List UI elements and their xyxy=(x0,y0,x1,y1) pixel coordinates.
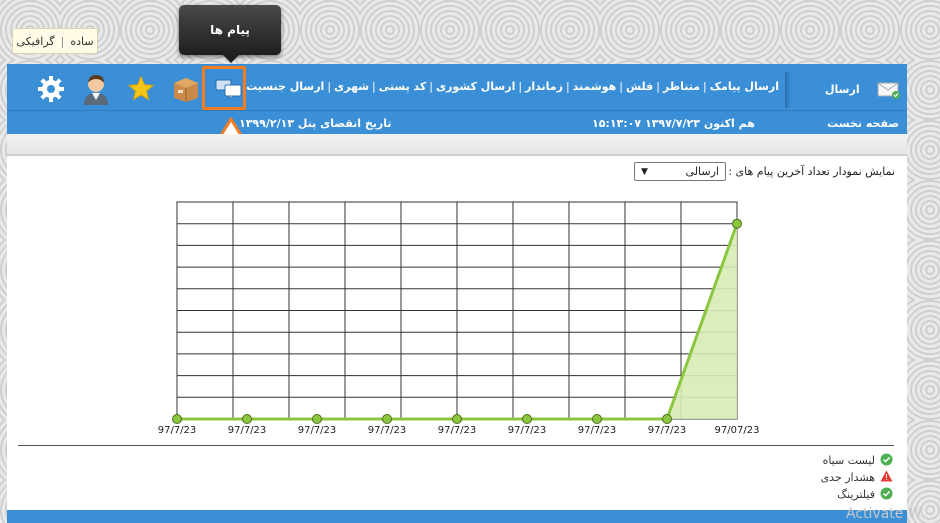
legend-label: هشدار جدی xyxy=(820,471,875,484)
chart-x-tick-label: 97/7/23 xyxy=(158,425,197,436)
graphical-mode-link[interactable]: گرافیکی xyxy=(16,35,54,48)
chart-data-point xyxy=(452,414,462,424)
chart-x-tick-label: 97/7/23 xyxy=(578,425,617,436)
menu-separator: | xyxy=(565,80,570,93)
header-divider xyxy=(7,110,907,111)
home-link[interactable]: صفحه نخست xyxy=(827,117,899,130)
legend-item: لیست سیاه xyxy=(821,452,893,469)
legend-label: لیست سیاه xyxy=(822,454,875,467)
panel-expiry: تاریخ انقضای پنل ۱۳۹۹/۲/۱۳ xyxy=(239,117,392,130)
footer-bar xyxy=(7,510,907,523)
chart-x-tick-label: 97/07/23 xyxy=(715,425,760,436)
chart-x-tick-label: 97/7/23 xyxy=(508,425,547,436)
menu-separator: | xyxy=(429,80,434,93)
send-tab[interactable]: ارسال xyxy=(785,72,907,108)
current-time: هم اکنون ۱۳۹۷/۷/۲۳ ۱۵:۱۳:۰۷ xyxy=(592,117,755,130)
menu-item[interactable]: متناظر xyxy=(663,80,700,93)
package-icon[interactable] xyxy=(169,72,203,106)
chart-separator xyxy=(18,445,894,446)
highlight-box xyxy=(202,66,246,110)
chart-x-tick-label: 97/7/23 xyxy=(648,425,687,436)
menu-separator: | xyxy=(327,80,332,93)
menu-item[interactable]: شهری xyxy=(334,80,369,93)
warning-triangle-icon xyxy=(880,470,893,485)
user-icon[interactable] xyxy=(79,72,113,106)
menu-separator: | xyxy=(703,80,707,93)
chart-data-point xyxy=(662,414,672,424)
chart-data-point xyxy=(172,414,182,424)
chart-data-point xyxy=(242,414,252,424)
legend-item: هشدار جدی xyxy=(821,469,893,486)
main-content: نمایش نمودار تعداد آخرین پیام های : ارسا… xyxy=(7,134,907,523)
envelope-icon xyxy=(877,80,901,103)
chart-data-point xyxy=(522,414,532,424)
chart-x-tick-label: 97/7/23 xyxy=(228,425,267,436)
menu-item[interactable]: فلش xyxy=(626,80,653,93)
chart-x-tick-label: 97/7/23 xyxy=(368,425,407,436)
menu-separator: | xyxy=(372,80,376,93)
check-circle-icon xyxy=(880,487,893,503)
chart-data-point xyxy=(592,414,602,424)
menu-separator: | xyxy=(518,80,523,93)
view-mode-switch: ساده | گرافیکی xyxy=(12,28,98,54)
main-header: ارسال پیامک|متناظر|فلش|هوشمند|زماندار|ار… xyxy=(7,64,907,134)
send-label: ارسال xyxy=(825,83,860,96)
check-circle-icon xyxy=(880,453,893,469)
menu-separator: | xyxy=(619,80,623,93)
chart-x-tick-label: 97/7/23 xyxy=(298,425,337,436)
legend-label: فیلترینگ xyxy=(837,488,875,501)
messages-tooltip: پیام ها xyxy=(179,5,281,63)
legend: لیست سیاه هشدار جدی فیلترینگ xyxy=(821,452,893,503)
menu-separator: | xyxy=(656,80,660,93)
menu-item[interactable]: کد پستی xyxy=(379,80,427,93)
tooltip-label: پیام ها xyxy=(210,23,250,37)
chart-data-point xyxy=(732,218,742,229)
simple-mode-link[interactable]: ساده xyxy=(70,35,93,48)
chart-data-point xyxy=(382,414,392,424)
chart-data-point xyxy=(312,414,322,424)
send-menu: ارسال پیامک|متناظر|فلش|هوشمند|زماندار|ار… xyxy=(247,80,779,96)
legend-item: فیلترینگ xyxy=(821,486,893,503)
chart-x-tick-label: 97/7/23 xyxy=(438,425,477,436)
mode-separator: | xyxy=(60,34,65,48)
menu-item[interactable]: ارسال پیامک xyxy=(710,80,779,93)
activation-watermark: Activate W xyxy=(846,506,922,522)
menu-item[interactable]: ارسال جنسیت xyxy=(247,80,324,93)
menu-item[interactable]: زماندار xyxy=(525,80,563,93)
messages-chart: 97/7/23 97/7/23 97/7/23 97/7/23 97/7/23 97/7/… xyxy=(158,201,760,436)
menu-item[interactable]: ارسال کشوری xyxy=(436,80,515,93)
menu-item[interactable]: هوشمند xyxy=(573,80,617,93)
gear-icon[interactable] xyxy=(34,72,68,106)
star-icon[interactable] xyxy=(124,72,158,106)
